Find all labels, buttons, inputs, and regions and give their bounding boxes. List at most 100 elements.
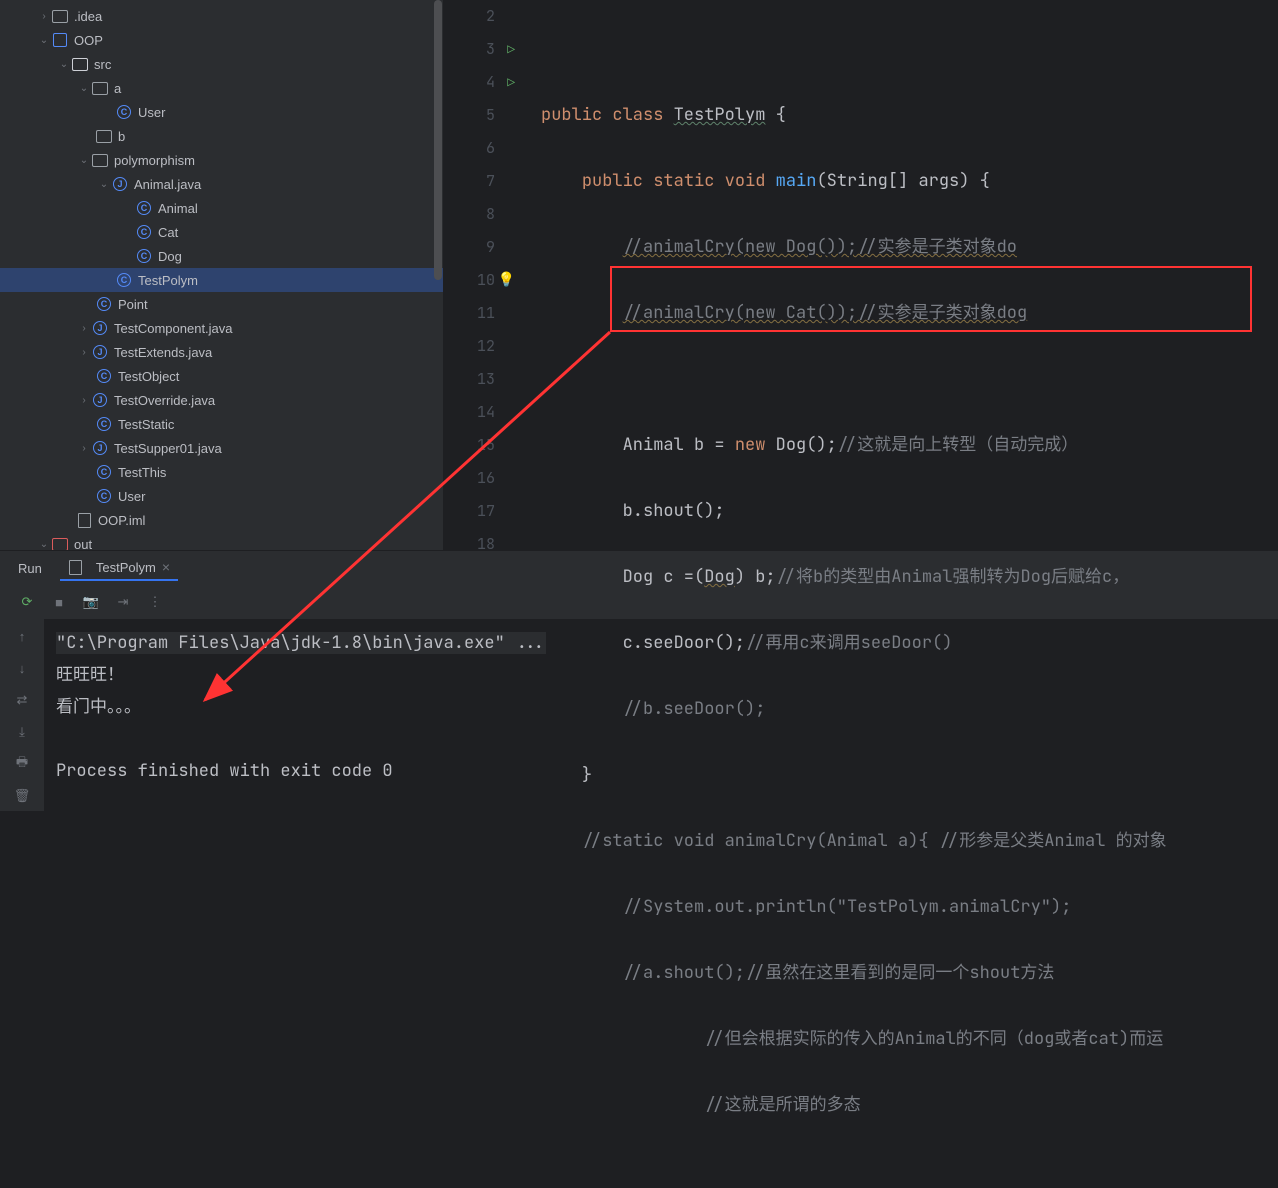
file-icon [68, 559, 84, 575]
class-icon: C [136, 200, 152, 216]
file-icon [76, 512, 92, 528]
tree-label: b [118, 129, 125, 144]
more-icon[interactable]: ⋮ [146, 593, 164, 611]
tree-item-testoverride[interactable]: › J TestOverride.java [0, 388, 443, 412]
tree-item-user2[interactable]: C User [0, 484, 443, 508]
tree-item-user[interactable]: C User [0, 100, 443, 124]
tree-item-animal-java[interactable]: ⌄ J Animal.java [0, 172, 443, 196]
folder-icon [52, 536, 68, 550]
line-number: 12 [443, 330, 495, 363]
tree-label: User [138, 105, 165, 120]
line-number: 9 [443, 231, 495, 264]
tree-label: Point [118, 297, 148, 312]
tree-label: TestComponent.java [114, 321, 233, 336]
scrollbar[interactable] [433, 0, 443, 550]
chevron-down-icon: ⌄ [36, 35, 52, 46]
tree-item-polymorphism[interactable]: ⌄ polymorphism [0, 148, 443, 172]
tree-label: src [94, 57, 111, 72]
chevron-right-icon: › [76, 395, 92, 406]
scroll-icon[interactable]: ⤓ [13, 723, 31, 741]
line-number: 4▷ [443, 66, 495, 99]
down-icon[interactable]: ↓ [13, 659, 31, 677]
rerun-icon[interactable]: ⟳ [18, 593, 36, 611]
line-number: 15 [443, 429, 495, 462]
class-icon: C [136, 224, 152, 240]
java-icon: J [92, 392, 108, 408]
run-tab-testpolym[interactable]: TestPolym × [60, 555, 178, 581]
tree-label: Animal.java [134, 177, 201, 192]
code-content[interactable]: public class TestPolym { public static v… [519, 0, 1278, 550]
tree-item-testsupper[interactable]: › J TestSupper01.java [0, 436, 443, 460]
editor[interactable]: 2 3▷ 4▷ 5 6 7 8 9 10💡 11 12 13 14 15 16 … [443, 0, 1278, 550]
tree-item-testobject[interactable]: C TestObject [0, 364, 443, 388]
tree-label: out [74, 537, 92, 551]
package-icon [96, 128, 112, 144]
tree-item-testcomponent[interactable]: › J TestComponent.java [0, 316, 443, 340]
chevron-down-icon: ⌄ [96, 179, 112, 190]
run-label[interactable]: Run [18, 561, 42, 576]
trash-icon[interactable]: 🗑 [13, 787, 31, 805]
line-number: 3▷ [443, 33, 495, 66]
line-number: 11 [443, 297, 495, 330]
up-icon[interactable]: ↑ [13, 627, 31, 645]
chevron-right-icon: › [76, 347, 92, 358]
tree-item-out[interactable]: ⌄ out [0, 532, 443, 550]
run-tab-label: TestPolym [96, 560, 156, 575]
tree-label: TestThis [118, 465, 166, 480]
run-gutter-icon[interactable]: ▷ [507, 66, 515, 99]
chevron-right-icon: › [76, 323, 92, 334]
run-gutter-icon[interactable]: ▷ [507, 33, 515, 66]
line-number: 16 [443, 462, 495, 495]
tree-label: OOP [74, 33, 103, 48]
tree-item-testthis[interactable]: C TestThis [0, 460, 443, 484]
line-number: 18 [443, 528, 495, 561]
tree-item-testextends[interactable]: › J TestExtends.java [0, 340, 443, 364]
print-icon[interactable]: 🖶 [13, 755, 31, 773]
chevron-down-icon: ⌄ [36, 539, 52, 550]
java-icon: J [92, 320, 108, 336]
tree-item-point[interactable]: C Point [0, 292, 443, 316]
class-icon: C [116, 272, 132, 288]
line-number: 5 [443, 99, 495, 132]
line-number: 17 [443, 495, 495, 528]
gutter: 2 3▷ 4▷ 5 6 7 8 9 10💡 11 12 13 14 15 16 … [443, 0, 519, 550]
chevron-right-icon: › [36, 11, 52, 22]
tree-label: Cat [158, 225, 178, 240]
java-icon: J [92, 440, 108, 456]
exit-icon[interactable]: ⇥ [114, 593, 132, 611]
chevron-down-icon: ⌄ [76, 155, 92, 166]
close-icon[interactable]: × [162, 559, 170, 575]
line-number: 10💡 [443, 264, 495, 297]
tree-label: polymorphism [114, 153, 195, 168]
tree-item-cat[interactable]: C Cat [0, 220, 443, 244]
line-number: 6 [443, 132, 495, 165]
tree-label: TestSupper01.java [114, 441, 222, 456]
intention-bulb-icon[interactable]: 💡 [498, 264, 515, 297]
chevron-right-icon: › [76, 443, 92, 454]
tree-label: .idea [74, 9, 102, 24]
chevron-down-icon: ⌄ [76, 83, 92, 94]
class-icon: C [96, 416, 112, 432]
stop-icon[interactable]: ■ [50, 593, 68, 611]
tree-item-testpolym[interactable]: C TestPolym [0, 268, 443, 292]
tree-label: TestObject [118, 369, 179, 384]
scrollbar-thumb[interactable] [434, 0, 442, 280]
tree-item-idea[interactable]: › .idea [0, 4, 443, 28]
camera-icon[interactable]: 📷 [82, 593, 100, 611]
chevron-down-icon: ⌄ [56, 59, 72, 70]
package-icon [92, 152, 108, 168]
tree-item-oop-iml[interactable]: OOP.iml [0, 508, 443, 532]
tree-item-oop[interactable]: ⌄ OOP [0, 28, 443, 52]
tree-label: TestExtends.java [114, 345, 212, 360]
tree-item-pkg-b[interactable]: b [0, 124, 443, 148]
tree-label: OOP.iml [98, 513, 145, 528]
wrap-icon[interactable]: ⇄ [13, 691, 31, 709]
tree-item-teststatic[interactable]: C TestStatic [0, 412, 443, 436]
tree-item-src[interactable]: ⌄ src [0, 52, 443, 76]
tree-item-animal[interactable]: C Animal [0, 196, 443, 220]
tree-item-dog[interactable]: C Dog [0, 244, 443, 268]
class-icon: C [96, 368, 112, 384]
project-tree[interactable]: › .idea ⌄ OOP ⌄ src ⌄ a C User [0, 0, 443, 550]
tree-item-pkg-a[interactable]: ⌄ a [0, 76, 443, 100]
java-icon: J [112, 176, 128, 192]
